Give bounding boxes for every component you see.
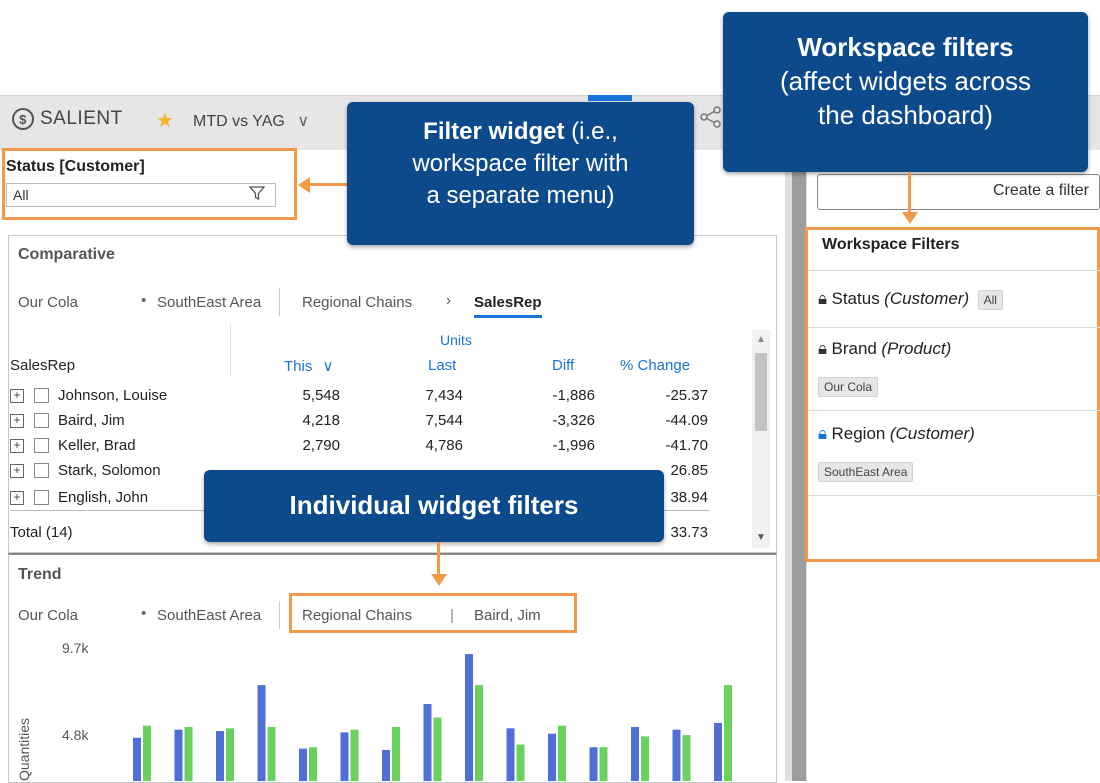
bar-last[interactable] <box>309 747 317 781</box>
divider <box>808 495 1100 496</box>
bar-last[interactable] <box>184 726 193 781</box>
callout-arrow-head <box>298 177 310 193</box>
dashboard-scrollbar[interactable] <box>792 150 806 781</box>
bar-this[interactable] <box>423 704 432 781</box>
bar-last[interactable] <box>558 725 566 781</box>
bar-last[interactable] <box>433 717 442 781</box>
bar-this[interactable] <box>506 728 515 781</box>
bar-last[interactable] <box>475 685 483 781</box>
bar-this[interactable] <box>299 748 307 781</box>
lock-icon: 🔒︎ <box>818 424 828 443</box>
bar-this[interactable] <box>382 749 390 781</box>
bar-last[interactable] <box>143 725 151 781</box>
filter-widget-callout: Filter widget (i.e., workspace filter wi… <box>347 102 694 245</box>
bar-last[interactable] <box>350 729 359 781</box>
divider <box>808 327 1100 328</box>
bar-last[interactable] <box>641 736 649 781</box>
callout-workspace-line3: the dashboard) <box>818 100 993 130</box>
callout-filter-widget-line3: a separate menu) <box>426 182 615 209</box>
create-filter-button[interactable]: Create a filter <box>817 174 1100 210</box>
filter-dimension: (Customer) <box>884 289 970 308</box>
filter-value-pill: All <box>977 290 1003 310</box>
bar-this[interactable] <box>548 733 556 781</box>
callout-arrow-head <box>902 212 918 224</box>
bar-last[interactable] <box>226 728 234 781</box>
callout-filter-widget-bold: Filter widget <box>423 118 565 145</box>
workspace-filter-status[interactable]: 🔒︎ Status (Customer) All <box>818 289 1003 310</box>
filter-dimension: (Customer) <box>889 424 975 443</box>
bar-this[interactable] <box>589 747 598 781</box>
filter-name: Region <box>831 424 886 443</box>
callout-filter-widget-rest: (i.e., <box>564 118 618 145</box>
callout-arrow-line <box>908 172 911 217</box>
bar-last[interactable] <box>392 726 400 781</box>
divider <box>808 410 1100 411</box>
bar-this[interactable] <box>133 737 141 781</box>
bar-this[interactable] <box>257 685 266 781</box>
lock-icon: 🔒︎ <box>818 339 828 358</box>
filter-value-pill: SouthEast Area <box>818 462 914 482</box>
workspace-filter-brand[interactable]: 🔒︎ Brand (Product) <box>818 339 951 359</box>
bar-last[interactable] <box>516 744 525 781</box>
callout-workspace-bold: Workspace filters <box>797 32 1014 62</box>
bar-this[interactable] <box>174 729 183 781</box>
bar-this[interactable] <box>465 654 473 781</box>
bar-last[interactable] <box>267 726 276 781</box>
filter-name: Brand <box>831 339 877 358</box>
workspace-filter-region[interactable]: 🔒︎ Region (Customer) <box>818 424 975 444</box>
individual-filters-callout: Individual widget filters <box>204 470 664 542</box>
bar-last[interactable] <box>599 747 608 781</box>
callout-arrow-head <box>431 574 447 586</box>
bar-this[interactable] <box>216 731 224 781</box>
workspace-filters-title: Workspace Filters <box>822 236 960 253</box>
callout-workspace-line2: (affect widgets across <box>780 66 1031 96</box>
lock-icon: 🔒︎ <box>818 289 828 308</box>
workspace-filters-callout: Workspace filters (affect widgets across… <box>723 12 1088 172</box>
filter-dimension: (Product) <box>881 339 952 358</box>
bar-last[interactable] <box>724 685 732 781</box>
filter-value-pill: Our Cola <box>818 377 879 397</box>
callout-filter-widget-line2: workspace filter with <box>412 150 629 177</box>
bar-this[interactable] <box>672 729 681 781</box>
bar-last[interactable] <box>682 735 691 781</box>
filter-name: Status <box>831 289 880 308</box>
divider <box>808 270 1100 271</box>
bar-this[interactable] <box>631 726 639 781</box>
callout-arrow-line <box>437 542 440 578</box>
bar-this[interactable] <box>714 722 722 781</box>
bar-this[interactable] <box>340 732 349 781</box>
